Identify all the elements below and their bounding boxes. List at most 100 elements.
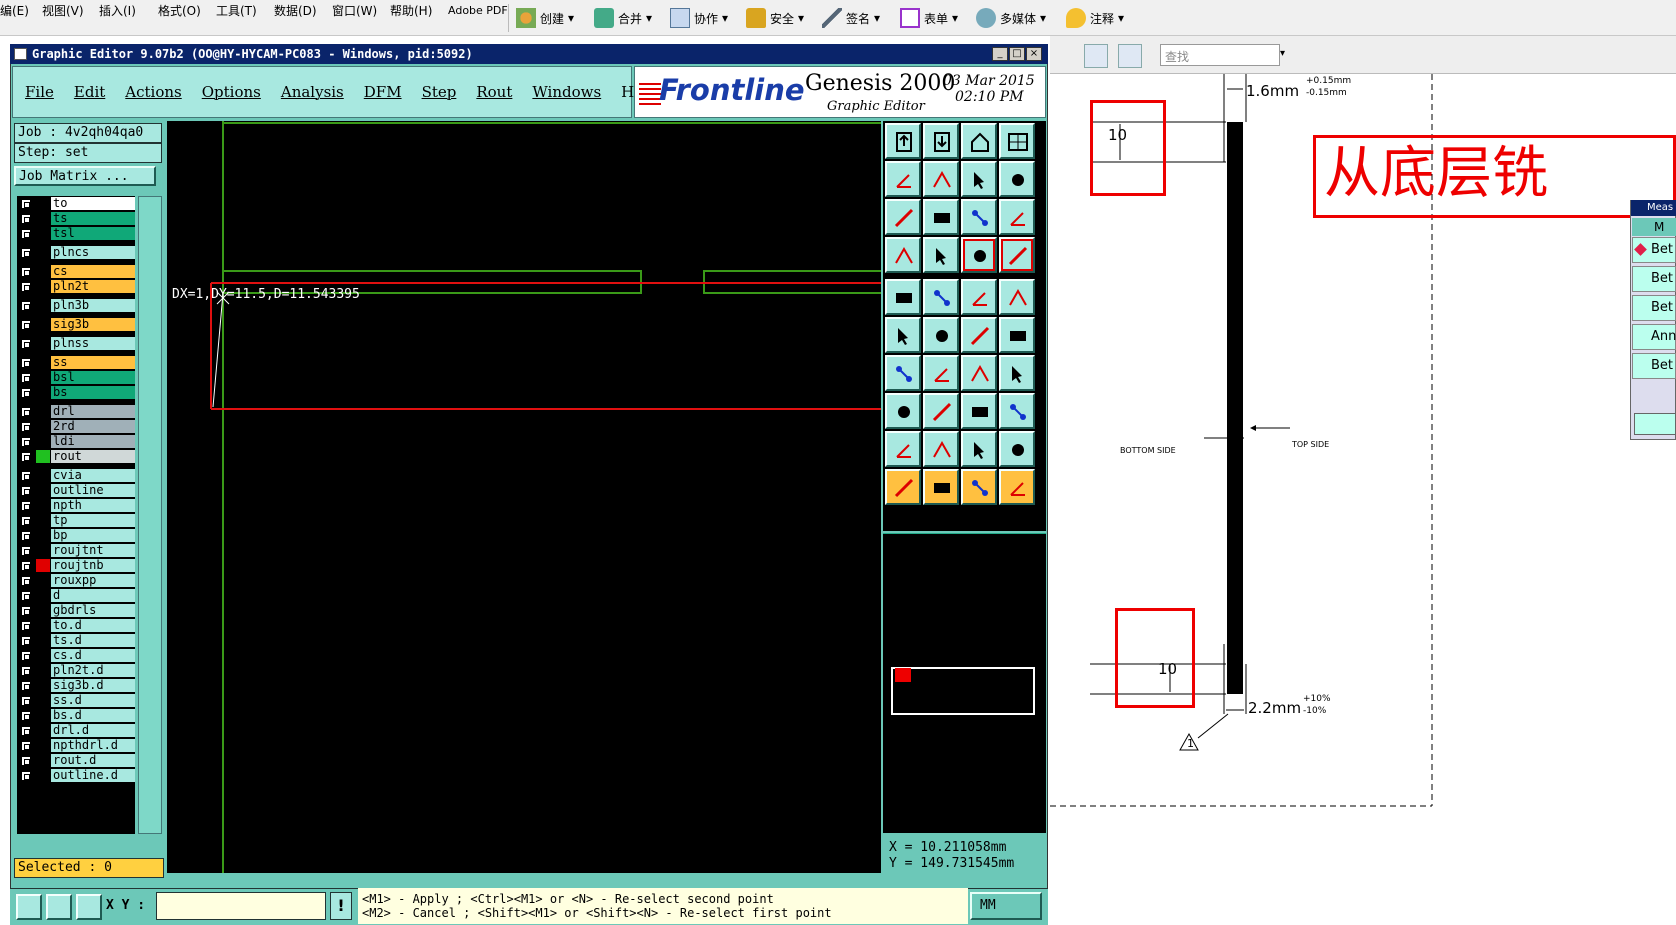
mirror-tool-button[interactable] <box>999 355 1035 391</box>
layer-checkbox[interactable] <box>21 741 31 751</box>
layer-checkbox[interactable] <box>21 373 31 383</box>
measure-option-between[interactable]: Bet <box>1632 266 1676 292</box>
layer-color-swatch[interactable] <box>36 544 50 557</box>
sign-button[interactable]: 签名 ▾ <box>822 5 880 31</box>
brush-tool-button[interactable] <box>885 237 921 273</box>
fit-width-button[interactable] <box>1084 44 1108 68</box>
layer-color-swatch[interactable] <box>36 619 50 632</box>
layer-checkbox[interactable] <box>21 358 31 368</box>
layer-color-swatch[interactable] <box>36 589 50 602</box>
host-menu-view[interactable]: 视图(V) <box>42 0 84 22</box>
point-tool-button[interactable] <box>961 317 997 353</box>
layer-row[interactable]: plnss <box>17 336 135 351</box>
measure-option-between[interactable]: Bet <box>1632 353 1676 379</box>
layer-checkbox[interactable] <box>21 726 31 736</box>
angle-icon[interactable] <box>46 894 72 920</box>
comment-button[interactable]: 注释 ▾ <box>1066 5 1124 31</box>
layer-color-swatch[interactable] <box>36 484 50 497</box>
point-tool-button[interactable] <box>999 317 1035 353</box>
layer-checkbox[interactable] <box>21 621 31 631</box>
host-menu-fragment[interactable]: 编(E) <box>0 0 29 22</box>
layer-color-swatch[interactable] <box>36 197 50 210</box>
layer-row[interactable]: gbdrls <box>17 603 135 618</box>
cross-tool-button[interactable] <box>923 317 959 353</box>
fit-tool-button[interactable] <box>961 393 997 429</box>
layer-checkbox[interactable] <box>21 681 31 691</box>
layer-color-swatch[interactable] <box>36 649 50 662</box>
layer-name[interactable]: ss.d <box>51 694 135 707</box>
zoom-fit-tool-button[interactable] <box>885 199 921 235</box>
layer-row[interactable]: ts.d <box>17 633 135 648</box>
layer-name[interactable]: ldi <box>51 435 135 448</box>
pointer-tool-button[interactable] <box>885 469 921 505</box>
layer-name[interactable]: gbdrls <box>51 604 135 617</box>
close-button[interactable]: × <box>1026 47 1042 61</box>
layer-row[interactable]: d <box>17 588 135 603</box>
measure-tool-button[interactable] <box>961 237 997 273</box>
layer-checkbox[interactable] <box>21 591 31 601</box>
arrange-tool-button[interactable] <box>885 393 921 429</box>
undo-tool-button[interactable] <box>961 161 997 197</box>
layer-color-swatch[interactable] <box>36 739 50 752</box>
layer-name[interactable]: plncs <box>51 246 135 259</box>
layer-checkbox[interactable] <box>21 229 31 239</box>
line-tool-button[interactable] <box>923 355 959 391</box>
fit-page-button[interactable] <box>1118 44 1142 68</box>
layer-color-swatch[interactable] <box>36 664 50 677</box>
layer-checkbox[interactable] <box>21 516 31 526</box>
layer-color-swatch[interactable] <box>36 265 50 278</box>
layer-color-swatch[interactable] <box>36 499 50 512</box>
layer-name[interactable]: bs <box>51 386 135 399</box>
layer-checkbox[interactable] <box>21 546 31 556</box>
layer-color-swatch[interactable] <box>36 634 50 647</box>
ruler-tool-button[interactable] <box>961 279 997 315</box>
measure-option-annular[interactable]: Ann <box>1632 324 1676 350</box>
pointer-tool-button[interactable] <box>923 469 959 505</box>
layer-row[interactable]: ss <box>17 355 135 370</box>
layer-row[interactable]: rout <box>17 449 135 464</box>
scale-tool-button[interactable] <box>961 199 997 235</box>
layer-row[interactable]: ts <box>17 211 135 226</box>
host-menu-help[interactable]: 帮助(H) <box>390 0 432 22</box>
layer-name[interactable]: to <box>51 197 135 210</box>
layer-row[interactable]: sig3b <box>17 317 135 332</box>
layer-name[interactable]: d <box>51 589 135 602</box>
layer-name[interactable]: tsl <box>51 227 135 240</box>
host-menu-window[interactable]: 窗口(W) <box>332 0 377 22</box>
layer-name[interactable]: npth <box>51 499 135 512</box>
layer-checkbox[interactable] <box>21 452 31 462</box>
layer-color-swatch[interactable] <box>36 574 50 587</box>
zoom-area-tool-button[interactable] <box>923 199 959 235</box>
layer-checkbox[interactable] <box>21 339 31 349</box>
layer-color-swatch[interactable] <box>36 356 50 369</box>
layer-checkbox[interactable] <box>21 711 31 721</box>
layer-row[interactable]: bsl <box>17 370 135 385</box>
graphics-canvas[interactable] <box>167 121 881 873</box>
measure-panel-button[interactable] <box>1634 413 1676 435</box>
menu-actions[interactable]: Actions <box>125 83 181 101</box>
layer-color-swatch[interactable] <box>36 679 50 692</box>
layer-checkbox[interactable] <box>21 486 31 496</box>
layer-row[interactable]: bp <box>17 528 135 543</box>
layer-name[interactable]: tp <box>51 514 135 527</box>
layer-checkbox[interactable] <box>21 666 31 676</box>
layer-name[interactable]: bp <box>51 529 135 542</box>
layer-name[interactable]: bs.d <box>51 709 135 722</box>
layer-color-swatch[interactable] <box>36 559 50 572</box>
layer-row[interactable]: outline.d <box>17 768 135 783</box>
layer-name[interactable]: cs <box>51 265 135 278</box>
layer-name[interactable]: pln2t.d <box>51 664 135 677</box>
layer-color-swatch[interactable] <box>36 280 50 293</box>
layer-checkbox[interactable] <box>21 282 31 292</box>
combine-button[interactable]: 合并 ▾ <box>594 5 652 31</box>
layer-color-swatch[interactable] <box>36 337 50 350</box>
host-menu-data[interactable]: 数据(D) <box>274 0 317 22</box>
layer-row[interactable]: drl.d <box>17 723 135 738</box>
group-tool-button[interactable] <box>999 393 1035 429</box>
layer-checkbox[interactable] <box>21 576 31 586</box>
layer-name[interactable]: cs.d <box>51 649 135 662</box>
overview-window[interactable] <box>891 667 1035 715</box>
minus-tool-button[interactable] <box>923 393 959 429</box>
layer-row[interactable]: rout.d <box>17 753 135 768</box>
layer-name[interactable]: rouxpp <box>51 574 135 587</box>
